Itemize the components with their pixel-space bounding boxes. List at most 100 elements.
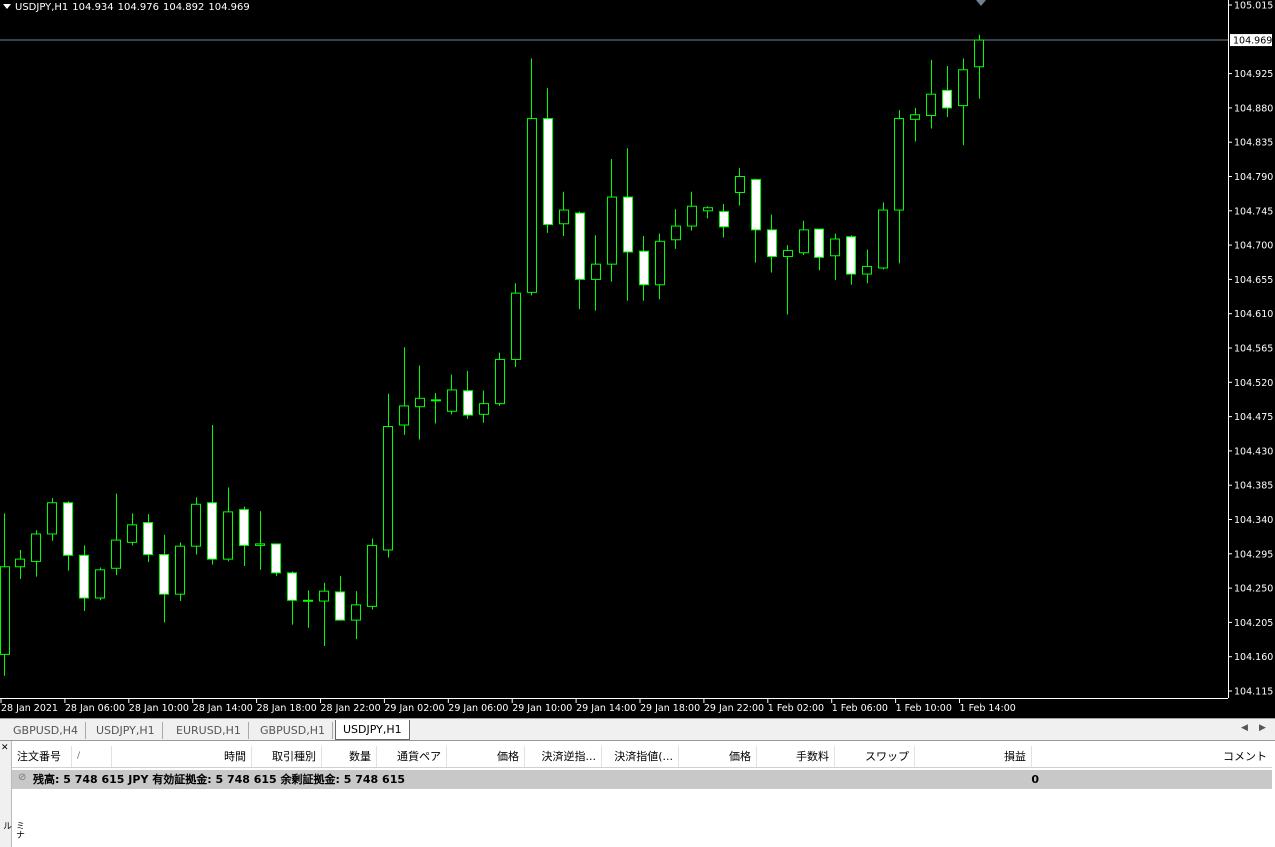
balance-summary: 残高: 5 748 615 JPY 有効証拠金: 5 748 615 余剰証拠金… [33,773,406,786]
col-time[interactable]: 時間 [112,746,252,767]
price-tick-label: 104.565 [1234,344,1273,355]
price-tick-label: 104.340 [1234,515,1273,526]
bear-candle-body [463,390,473,416]
caret-down-icon[interactable] [3,4,11,9]
bull-candle-body [399,405,409,426]
bull-candle-body [958,69,968,107]
bull-candle-body [127,524,137,543]
col-order-number[interactable]: 注文番号 [12,746,72,767]
ohlc-open: 104.934 [72,2,114,13]
time-tick-label: 28 Jan 14:00 [193,703,253,714]
price-tick-label: 104.880 [1234,103,1273,114]
ohlc-high: 104.976 [117,2,160,13]
terminal-sidebar: ✕ ミナル [0,741,24,847]
tab-gbpusd-h1[interactable]: GBPUSD,H1 [253,722,333,739]
time-tick-label: 28 Jan 2021 [1,703,58,714]
bull-candle-body [415,397,425,408]
price-tick-label: 104.790 [1234,172,1273,183]
bear-candle-body [767,229,777,258]
bear-candle-body [63,502,73,556]
bull-candle-body [431,399,441,402]
col-take-profit[interactable]: 決済指値(... [602,746,679,767]
col-current-price[interactable]: 価格 [679,746,757,767]
bull-candle-body [894,118,904,211]
bull-candle-body [191,503,201,547]
price-tick-label: 104.160 [1234,652,1273,663]
price-tick-label: 104.745 [1234,206,1273,217]
time-tick-label: 28 Jan 06:00 [65,703,125,714]
ohlc-low: 104.892 [163,2,205,13]
time-tick-label: 1 Feb 14:00 [960,703,1016,714]
chart-symbol: USDJPY,H1 [15,2,69,13]
tab-usdjpy-h1[interactable]: USDJPY,H1 [89,722,163,739]
col-swap[interactable]: スワップ [835,746,915,767]
bull-candle-body [175,545,185,595]
balance-icon: ⊘ [18,772,27,783]
tab-eurusd-h1[interactable]: EURUSD,H1 [169,722,249,739]
price-tick-label: 104.700 [1234,241,1273,252]
bull-candle-body [687,205,697,227]
scroll-right-icon[interactable]: ▶ [1259,723,1266,733]
bull-candle-body [655,240,665,286]
bull-candle-body [447,389,457,412]
bull-candle-body [47,502,57,535]
bear-candle-body [143,522,153,556]
bear-candle-body [846,236,856,275]
tab-usdjpy-h1-active[interactable]: USDJPY,H1 [335,720,410,740]
terminal-panel: ✕ ミナル 注文番号 / 時間 取引種別 数量 通貨ペア 価格 決済逆指... … [0,740,1275,847]
bear-candle-body [287,572,297,601]
bull-candle-body [830,238,840,257]
col-commission[interactable]: 手数料 [757,746,835,767]
time-tick-label: 29 Jan 18:00 [640,703,700,714]
bull-candle-body [367,544,377,607]
bear-candle-body [575,212,585,280]
bear-candle-body [942,89,952,109]
price-tick-label: 104.475 [1234,412,1273,423]
time-tick-label: 28 Jan 18:00 [257,703,317,714]
bull-candle-body [974,39,984,68]
bull-candle-body [607,196,617,265]
col-profit[interactable]: 損益 [915,746,1032,767]
price-tick-label: 104.835 [1234,138,1273,149]
price-tick-label: 104.250 [1234,584,1273,595]
bull-candle-body [351,604,361,621]
col-stop-loss[interactable]: 決済逆指... [525,746,602,767]
close-icon[interactable]: ✕ [1,743,9,753]
time-tick-label: 29 Jan 06:00 [448,703,508,714]
bull-candle-body [591,263,601,280]
balance-profit: 0 [1031,773,1039,786]
bear-candle-body [623,196,633,253]
price-tick-label: 104.115 [1234,687,1273,698]
bull-candle-body [303,599,313,602]
tab-gbpusd-h4[interactable]: GBPUSD,H4 [6,722,86,739]
candlestick-chart[interactable]: 105.015 104.925 104.880 104.835 104.790 104.7… [0,0,1275,718]
time-tick-label: 29 Jan 22:00 [704,703,764,714]
time-tick-label: 29 Jan 14:00 [576,703,636,714]
chart-header: USDJPY,H1 104.934 104.976 104.892 104.969 [3,2,254,13]
bear-candle-body [207,502,217,560]
col-type[interactable]: 取引種別 [252,746,322,767]
chart-window[interactable]: 105.015 104.925 104.880 104.835 104.790 104.7… [0,0,1275,718]
bull-candle-body [511,292,521,360]
bull-candle-body [319,590,329,602]
balance-row[interactable]: ⊘ 残高: 5 748 615 JPY 有効証拠金: 5 748 615 余剰証… [12,770,1272,789]
bull-candle-body [735,176,745,194]
time-tick-label: 1 Feb 06:00 [832,703,888,714]
bull-candle-body [383,426,393,551]
scroll-left-icon[interactable]: ◀ [1241,723,1248,733]
time-tick-label: 1 Feb 02:00 [768,703,824,714]
bull-candle-body [0,566,10,655]
price-tick-label: 104.610 [1234,309,1273,320]
col-comment[interactable]: コメント [1032,746,1272,767]
sort-indicator[interactable]: / [72,746,112,767]
col-price[interactable]: 価格 [447,746,525,767]
bear-candle-body [271,543,281,574]
bull-candle-body [703,207,713,212]
bear-candle-body [159,554,169,595]
col-volume[interactable]: 数量 [322,746,377,767]
bull-candle-body [223,511,233,560]
time-tick-label: 29 Jan 10:00 [512,703,572,714]
col-symbol[interactable]: 通貨ペア [377,746,447,767]
time-tick-label: 28 Jan 10:00 [129,703,189,714]
bear-candle-body [543,118,553,226]
